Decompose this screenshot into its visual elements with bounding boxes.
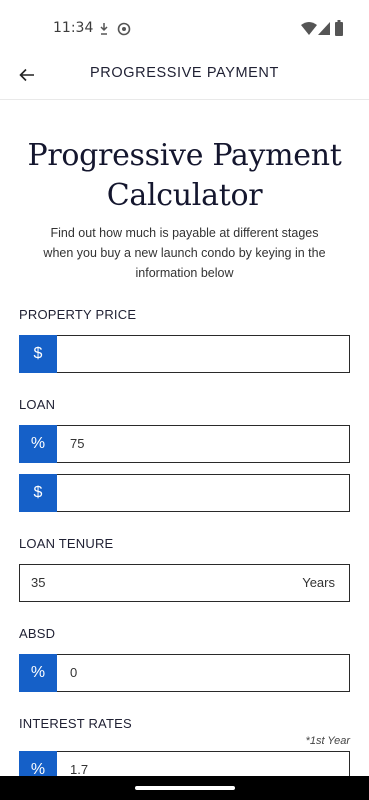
- status-time: 11:34: [53, 20, 94, 36]
- loan-tenure-value: 35: [31, 575, 46, 590]
- loan-amount-input[interactable]: $: [19, 474, 350, 512]
- percent-prefix: %: [19, 425, 57, 463]
- years-suffix: Years: [302, 575, 335, 590]
- page-title-line2: Calculator: [106, 178, 263, 213]
- interest-rates-label: INTEREST RATES: [19, 716, 132, 731]
- absd-label: ABSD: [19, 626, 56, 641]
- page-title: Progressive Payment Calculator: [0, 136, 369, 216]
- app-bar: PROGRESSIVE PAYMENT: [0, 58, 369, 100]
- signal-icon: [318, 22, 330, 40]
- loan-tenure-label: LOAN TENURE: [19, 536, 114, 551]
- absd-input[interactable]: % 0: [19, 654, 350, 692]
- download-icon: [98, 21, 110, 42]
- loan-tenure-input[interactable]: 35 Years: [19, 564, 350, 602]
- property-price-label: PROPERTY PRICE: [19, 307, 137, 322]
- dollar-prefix: $: [19, 335, 57, 373]
- dollar-prefix: $: [19, 474, 57, 512]
- battery-icon: [335, 20, 343, 41]
- intro-text: Find out how much is payable at differen…: [43, 226, 326, 280]
- page-title-line1: Progressive Payment: [27, 138, 342, 173]
- app-title: PROGRESSIVE PAYMENT: [90, 65, 279, 81]
- loan-percent-input[interactable]: % 75: [19, 425, 350, 463]
- percent-prefix: %: [19, 654, 57, 692]
- gesture-nav-bar: [0, 776, 369, 800]
- status-bar: 11:34: [0, 0, 369, 58]
- loan-label: LOAN: [19, 397, 56, 412]
- property-price-input[interactable]: $: [19, 335, 350, 373]
- wifi-icon: [301, 22, 317, 40]
- first-year-note: *1st Year: [305, 735, 350, 747]
- settings-icon: [117, 21, 131, 42]
- absd-value: 0: [70, 665, 78, 680]
- home-gesture-handle[interactable]: [135, 786, 235, 790]
- loan-percent-value: 75: [70, 436, 85, 451]
